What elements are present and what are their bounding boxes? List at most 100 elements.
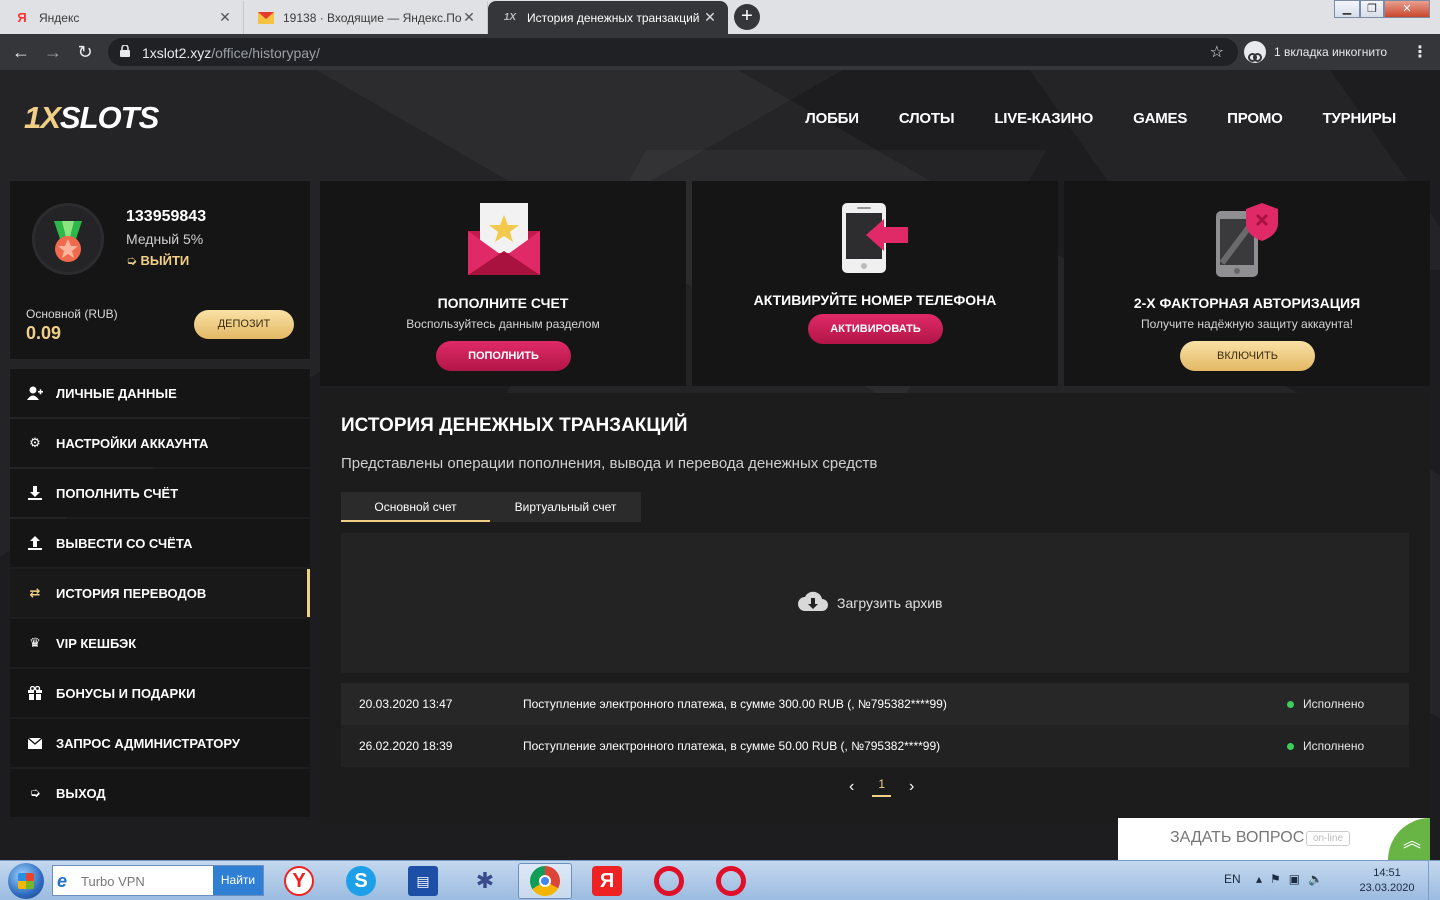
- close-tab-icon[interactable]: ✕: [702, 9, 718, 26]
- cloud-download-icon: [798, 591, 828, 611]
- menu-item-withdraw[interactable]: ВЫВЕСТИ СО СЧЁТА: [10, 519, 310, 567]
- archive-label: Загрузить архив: [837, 595, 943, 611]
- card-subtitle: Получите надёжную защиту аккаунта!: [1140, 317, 1353, 331]
- taskbar-chrome[interactable]: [518, 863, 572, 899]
- nav-promo[interactable]: ПРОМО: [1227, 110, 1283, 127]
- page-subtitle: Представлены операции пополнения, вывода…: [341, 455, 878, 472]
- browser-tab-strip: Я Яндекс ✕ 19138 · Входящие — Яндекс.По …: [0, 0, 1440, 34]
- taskbar-save-app[interactable]: ▤: [396, 863, 450, 899]
- transactions-table: 20.03.2020 13:47 Поступление электронног…: [341, 683, 1409, 767]
- ie-icon: e: [57, 871, 68, 891]
- status-badge: Исполнено: [1287, 697, 1409, 711]
- ask-question-widget[interactable]: ЗАДАТЬ ВОПРОС on-line ︽: [1118, 818, 1430, 860]
- taskbar-search-button[interactable]: Найти: [213, 866, 263, 895]
- menu-item-bonuses[interactable]: БОНУСЫ И ПОДАРКИ: [10, 669, 310, 717]
- exit-icon: ➭: [29, 785, 41, 800]
- menu-item-account-settings[interactable]: ⚙ НАСТРОЙКИ АККАУНТА: [10, 419, 310, 467]
- top-up-button[interactable]: ПОПОЛНИТЬ: [436, 341, 571, 371]
- show-desktop-button[interactable]: [1428, 861, 1440, 900]
- system-tray-icons[interactable]: ▴⚑▣🔈: [1256, 872, 1331, 886]
- maximize-icon[interactable]: ❐: [1360, 0, 1384, 18]
- tab-mail[interactable]: 19138 · Входящие — Яндекс.По ✕: [244, 1, 488, 34]
- forward-arrow-icon[interactable]: →: [42, 41, 64, 63]
- scroll-up-icon[interactable]: ︽: [1388, 818, 1430, 860]
- windows-taskbar: e Turbo VPN Найти Y S ▤ ✱ Я EN ▴⚑▣🔈 14:5…: [0, 860, 1440, 900]
- status-badge: Исполнено: [1287, 739, 1409, 753]
- deposit-button[interactable]: ДЕПОЗИТ: [194, 310, 294, 339]
- gears-icon: ⚙: [29, 435, 41, 450]
- next-page-icon[interactable]: ›: [909, 778, 914, 796]
- new-tab-button[interactable]: +: [734, 4, 760, 30]
- site-favicon-icon: 1X: [503, 12, 517, 23]
- taskbar-skype[interactable]: S: [334, 863, 388, 899]
- url-text: 1xslot2.xyz/office/historypay/: [142, 45, 320, 61]
- taskbar-search[interactable]: e Turbo VPN Найти: [52, 865, 264, 896]
- taskbar-yandex-browser[interactable]: Y: [272, 863, 326, 899]
- enable-2fa-button[interactable]: ВКЛЮЧИТЬ: [1180, 341, 1315, 371]
- taskbar-search-input[interactable]: Turbo VPN: [81, 874, 145, 889]
- nav-slots[interactable]: СЛОТЫ: [899, 110, 955, 127]
- ask-question-label: ЗАДАТЬ ВОПРОС: [1170, 829, 1305, 846]
- taskbar-yandex[interactable]: Я: [580, 863, 634, 899]
- tab-main-account[interactable]: Основной счет: [341, 492, 490, 522]
- tab-yandex[interactable]: Я Яндекс ✕: [0, 1, 244, 34]
- prev-page-icon[interactable]: ‹: [849, 778, 854, 796]
- site-logo[interactable]: 1XSLOTS: [24, 100, 159, 136]
- nav-lobby[interactable]: ЛОББИ: [805, 110, 859, 127]
- menu-item-admin-request[interactable]: ЗАПРОС АДМИНИСТРАТОРУ: [10, 719, 310, 767]
- site-header: 1XSLOTS ЛОББИ СЛОТЫ LIVE-КАЗИНО GAMES ПР…: [0, 70, 1440, 170]
- menu-item-vip-cashback[interactable]: ♛ VIP КЕШБЭК: [10, 619, 310, 667]
- address-bar[interactable]: 1xslot2.xyz/office/historypay/ ☆: [108, 38, 1238, 66]
- menu-item-personal-data[interactable]: ЛИЧНЫЕ ДАННЫЕ: [10, 369, 310, 417]
- browser-menu-icon[interactable]: ⋮: [1412, 42, 1428, 62]
- incognito-indicator[interactable]: 1 вкладка инкогнито: [1244, 40, 1387, 64]
- taskbar-opera-2[interactable]: [704, 863, 758, 899]
- table-row: 26.02.2020 18:39 Поступление электронног…: [341, 725, 1409, 767]
- current-page[interactable]: 1: [872, 777, 892, 797]
- logout-link[interactable]: ➭ ВЫЙТИ: [126, 253, 189, 269]
- card-subtitle: Воспользуйтесь данным разделом: [406, 317, 600, 331]
- tab-virtual-account[interactable]: Виртуальный счет: [490, 492, 641, 522]
- status-dot-icon: [1287, 700, 1294, 708]
- upload-icon: [26, 535, 44, 551]
- gift-icon: [26, 685, 44, 701]
- taskbar-clock[interactable]: 14:51 23.03.2020: [1356, 866, 1418, 896]
- menu-item-transfer-history[interactable]: ⇄ ИСТОРИЯ ПЕРЕВОДОВ: [10, 569, 310, 617]
- nav-tournaments[interactable]: ТУРНИРЫ: [1323, 110, 1397, 127]
- balance-label: Основной (RUB): [26, 307, 118, 321]
- taskbar-opera[interactable]: [642, 863, 696, 899]
- skype-icon: S: [346, 866, 376, 896]
- close-tab-icon[interactable]: ✕: [461, 9, 477, 26]
- balance-value: 0.09: [26, 323, 62, 343]
- account-tabs: Основной счет Виртуальный счет: [341, 492, 641, 522]
- archive-download-area[interactable]: Загрузить архив: [341, 533, 1409, 673]
- start-button[interactable]: [8, 863, 44, 899]
- nav-games[interactable]: GAMES: [1133, 110, 1187, 127]
- tab-history[interactable]: 1X История денежных транзакций ✕: [488, 1, 728, 34]
- table-row: 20.03.2020 13:47 Поступление электронног…: [341, 683, 1409, 725]
- history-panel: ИСТОРИЯ ДЕНЕЖНЫХ ТРАНЗАКЦИЙ Представлены…: [320, 393, 1430, 823]
- taskbar-spider-app[interactable]: ✱: [458, 863, 512, 899]
- bookmark-star-icon[interactable]: ☆: [1210, 42, 1224, 62]
- download-icon: [26, 485, 44, 501]
- yandex-browser-icon: Y: [284, 866, 314, 896]
- site-viewport: 1XSLOTS ЛОББИ СЛОТЫ LIVE-КАЗИНО GAMES ПР…: [0, 70, 1440, 860]
- lock-icon: [120, 45, 130, 57]
- pagination: ‹ 1 ›: [840, 777, 923, 797]
- menu-item-exit[interactable]: ➭ ВЫХОД: [10, 769, 310, 817]
- nav-live-casino[interactable]: LIVE-КАЗИНО: [994, 110, 1093, 127]
- close-tab-icon[interactable]: ✕: [217, 9, 233, 26]
- minimize-icon[interactable]: ▁: [1334, 0, 1360, 18]
- close-window-icon[interactable]: ✕: [1384, 0, 1430, 18]
- language-indicator[interactable]: EN: [1224, 872, 1241, 886]
- account-menu: ЛИЧНЫЕ ДАННЫЕ ⚙ НАСТРОЙКИ АККАУНТА ПОПОЛН…: [10, 369, 310, 819]
- transaction-description: Поступление электронного платежа, в сумм…: [523, 697, 947, 711]
- phone-arrow-icon: [842, 203, 908, 273]
- reload-icon[interactable]: ↻: [74, 41, 96, 63]
- crown-icon: ♛: [29, 635, 41, 650]
- back-arrow-icon[interactable]: ←: [10, 41, 32, 63]
- phone-shield-icon: [1216, 203, 1278, 277]
- yandex-icon: Я: [17, 10, 27, 25]
- menu-item-deposit[interactable]: ПОПОЛНИТЬ СЧЁТ: [10, 469, 310, 517]
- activate-button[interactable]: АКТИВИРОВАТЬ: [808, 314, 943, 344]
